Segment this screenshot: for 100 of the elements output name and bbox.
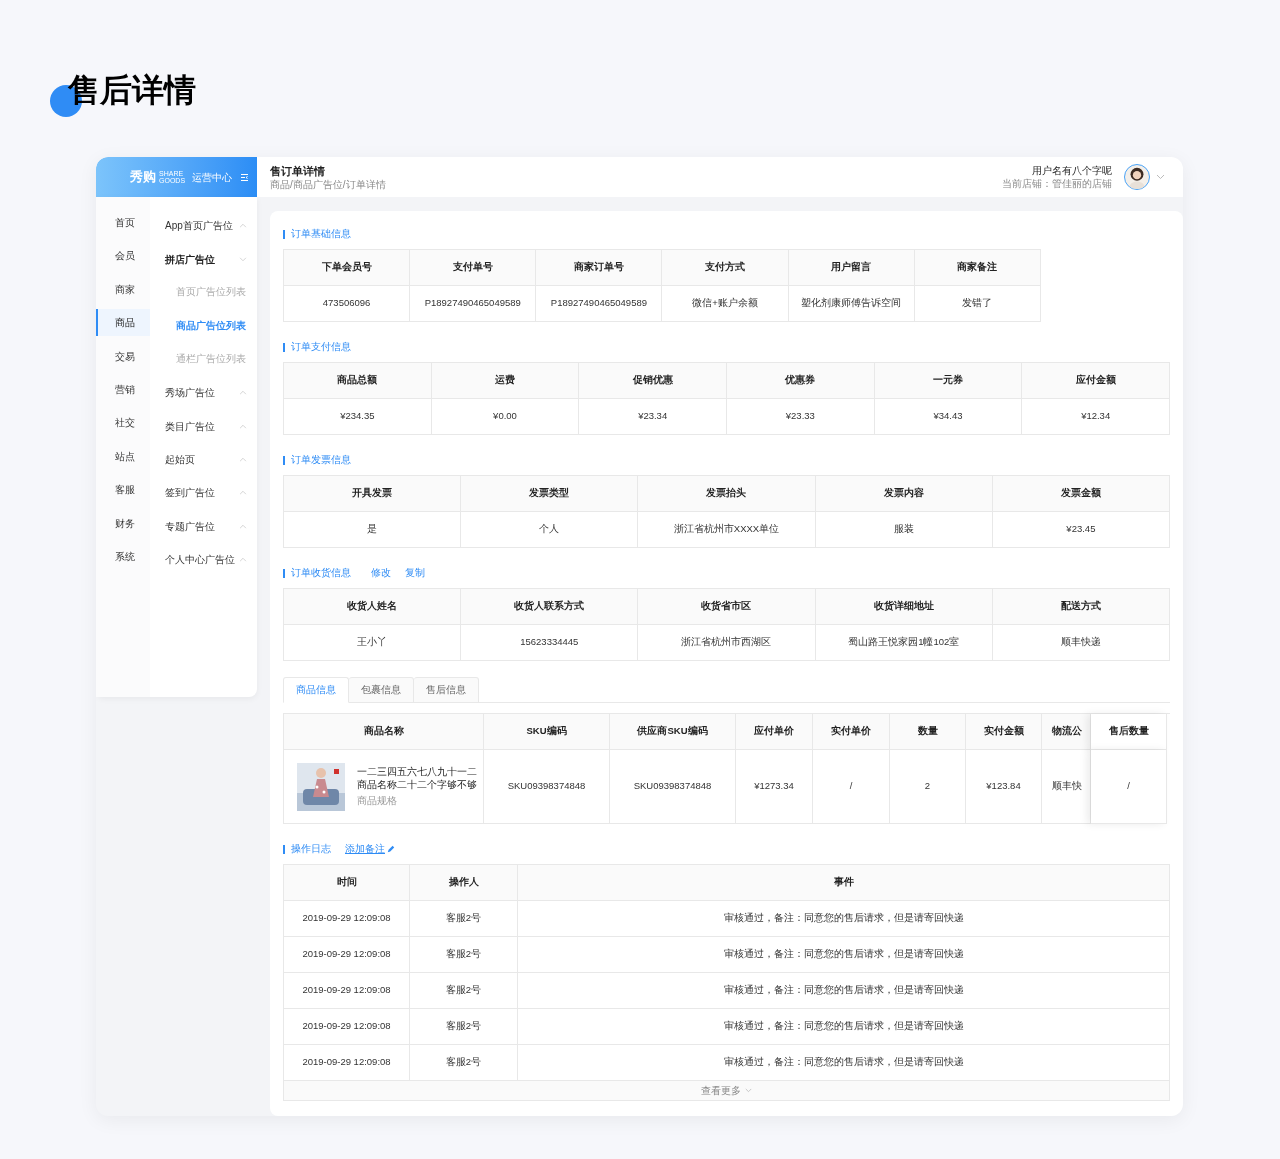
section-title: 订单基础信息 [291, 226, 351, 241]
table-cell: P18927490465049589 [410, 286, 537, 322]
table-cell: 浙江省杭州市XXXX单位 [638, 512, 816, 548]
table-cell: 2019-09-29 12:09:08 [284, 1009, 410, 1045]
nav-group[interactable]: App首页广告位 [165, 218, 233, 234]
chevron-down-icon[interactable] [239, 256, 247, 262]
view-more-button[interactable]: 查看更多 [701, 1083, 741, 1098]
table-cell: 微信+账户余额 [662, 286, 789, 322]
avatar[interactable] [1124, 164, 1150, 190]
column-header: 时间 [284, 865, 410, 901]
nav-group[interactable]: 类目广告位 [165, 418, 215, 434]
table-cell: 2019-09-29 12:09:08 [284, 937, 410, 973]
nav-item[interactable]: 社交 [96, 409, 150, 437]
column-header: 收货人联系方式 [461, 589, 639, 625]
column-header: 运费 [431, 363, 580, 399]
column-header: 下单会员号 [284, 250, 411, 286]
column-header: 商品名称 [284, 714, 484, 750]
table-cell: 473506096 [284, 286, 411, 322]
page-heading: 售订单详情 [270, 163, 326, 178]
table-cell: P18927490465049589 [536, 286, 663, 322]
table-cell: 2019-09-29 12:09:08 [284, 973, 410, 1009]
column-header: 开具发票 [284, 476, 462, 512]
table-cell: 客服2号 [410, 1009, 518, 1045]
nav-item[interactable]: 商家 [96, 275, 150, 303]
column-header: 实付金额 [966, 714, 1042, 750]
nav-item[interactable]: 交易 [96, 342, 150, 370]
table-cell: / [813, 750, 890, 824]
nav-subitem[interactable]: 商品广告位列表 [176, 318, 246, 333]
column-header: 一元券 [874, 363, 1023, 399]
table-cell: 是 [284, 512, 462, 548]
nav-item[interactable]: 站点 [96, 442, 150, 470]
chevron-up-icon[interactable] [239, 523, 247, 529]
nav-group[interactable]: 起始页 [165, 451, 195, 467]
table-cell: 塑化剂康师傅告诉空间 [788, 286, 915, 322]
nav-group[interactable]: 个人中心广告位 [165, 552, 235, 568]
user-name: 用户名有八个字呢 [1032, 164, 1112, 178]
chevron-up-icon[interactable] [239, 223, 247, 229]
chevron-up-icon[interactable] [239, 456, 247, 462]
table-cell: 服装 [815, 512, 993, 548]
column-header: 发票金额 [992, 476, 1170, 512]
nav-item[interactable]: 财务 [96, 509, 150, 537]
dropdown-icon[interactable] [1156, 174, 1165, 180]
action-link[interactable]: 修改 [371, 565, 391, 581]
nav-item[interactable]: 系统 [96, 542, 150, 570]
nav-group[interactable]: 拼店广告位 [165, 251, 215, 267]
table-cell: ¥0.00 [431, 399, 580, 435]
nav-group[interactable]: 专题广告位 [165, 518, 215, 534]
product-spec: 商品规格 [357, 793, 398, 808]
nav-item[interactable]: 营销 [96, 375, 150, 403]
chevron-down-icon[interactable] [745, 1088, 752, 1093]
tab[interactable]: 售后信息 [414, 677, 479, 703]
chevron-up-icon[interactable] [239, 490, 247, 496]
pencil-icon[interactable] [387, 845, 395, 853]
column-header: 用户留言 [788, 250, 915, 286]
table-cell: 客服2号 [410, 937, 518, 973]
chevron-up-icon[interactable] [239, 390, 247, 396]
column-header: 操作人 [410, 865, 518, 901]
column-header: 事件 [518, 865, 1170, 901]
product-name: 一二三四五六七八九十一二商品名称二十二个字够不够 [357, 764, 478, 791]
chevron-up-icon[interactable] [239, 557, 247, 563]
chevron-up-icon[interactable] [239, 423, 247, 429]
nav-item[interactable]: 商品 [96, 309, 150, 337]
table-cell: 王小丫 [284, 625, 462, 661]
column-header: 促销优惠 [579, 363, 727, 399]
nav-item[interactable]: 客服 [96, 476, 150, 504]
column-header: 发票内容 [815, 476, 993, 512]
column-header: 售后数量 [1091, 714, 1167, 750]
column-header: 商品总额 [284, 363, 432, 399]
tab[interactable]: 包裹信息 [349, 677, 414, 703]
table-cell: ¥23.33 [727, 399, 875, 435]
table-cell: 蜀山路王悦家园1幢102室 [815, 625, 993, 661]
table-cell: 客服2号 [410, 973, 518, 1009]
column-header: 收货省市区 [638, 589, 816, 625]
column-header: 收货人姓名 [284, 589, 462, 625]
table-cell: SKU09398374848 [610, 750, 736, 824]
table-cell: 个人 [461, 512, 639, 548]
store-name: 当前店铺：管佳丽的店铺 [1002, 178, 1112, 190]
table-cell: ¥23.45 [992, 512, 1170, 548]
table-cell: 2019-09-29 12:09:08 [284, 901, 410, 937]
section-title: 订单发票信息 [291, 452, 351, 467]
tab[interactable]: 商品信息 [283, 677, 349, 703]
table-cell: 客服2号 [410, 901, 518, 937]
breadcrumb[interactable]: 商品/商品广告位/订单详情 [270, 178, 386, 191]
collapse-icon[interactable] [240, 172, 249, 182]
page-title: 售后详情 [68, 71, 196, 110]
table-cell: / [1091, 750, 1167, 824]
table-cell: 审核通过，备注：同意您的售后请求，但是请寄回快递 [518, 973, 1170, 1009]
logo-subtitle: 运营中心 [192, 170, 233, 185]
action-link[interactable]: 复制 [405, 565, 425, 581]
table-cell: ¥23.34 [579, 399, 727, 435]
add-note-link[interactable]: 添加备注 [345, 841, 385, 857]
table-cell: 2 [890, 750, 966, 824]
section-title: 操作日志 [291, 841, 331, 856]
nav-item[interactable]: 会员 [96, 242, 150, 270]
nav-item[interactable]: 首页 [96, 209, 150, 236]
table-cell: 浙江省杭州市西湖区 [638, 625, 816, 661]
nav-group[interactable]: 签到广告位 [165, 485, 215, 501]
column-header: 优惠券 [727, 363, 875, 399]
nav-group[interactable]: 秀场广告位 [165, 385, 215, 401]
logo-text: 秀购 [130, 168, 156, 187]
